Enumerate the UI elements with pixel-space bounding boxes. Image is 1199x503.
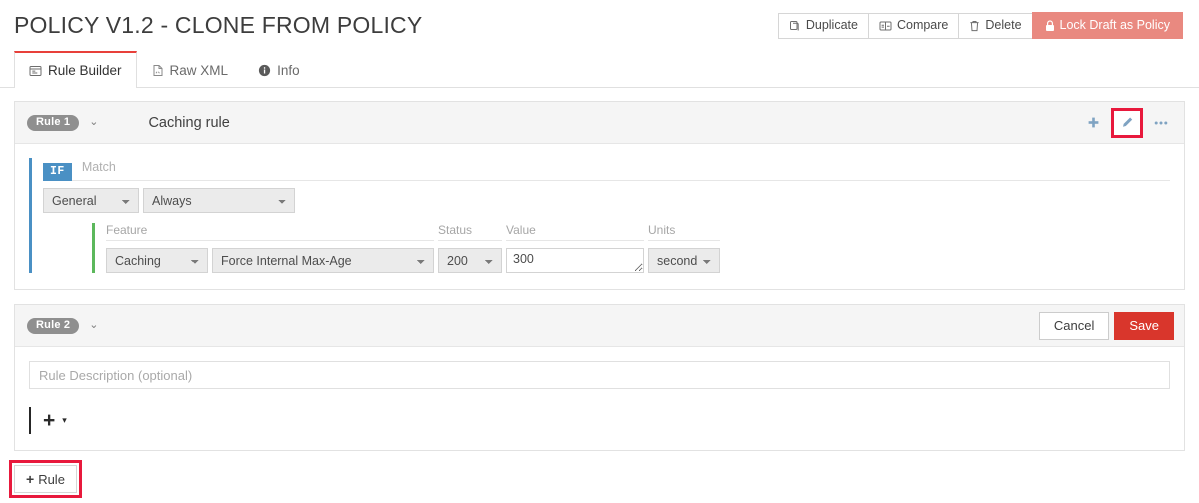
info-icon	[258, 64, 271, 77]
header-actions: Duplicate Compare Delete Lock Draft as P…	[777, 12, 1183, 39]
feature-label: Feature	[106, 223, 434, 241]
units-select[interactable]: seconds	[648, 248, 720, 273]
trash-icon	[969, 20, 980, 32]
add-rule-button[interactable]: + Rule	[9, 460, 82, 498]
cancel-button[interactable]: Cancel	[1038, 311, 1110, 340]
rule-2-header: Rule 2 ⌄ Cancel Save	[15, 305, 1184, 347]
rule-2-badge: Rule 2	[27, 317, 80, 334]
tab-raw-xml-label: Raw XML	[169, 63, 229, 78]
delete-button[interactable]: Delete	[958, 12, 1033, 39]
lock-icon	[1045, 19, 1055, 32]
page-header: POLICY V1.2 - CLONE FROM POLICY Duplicat…	[0, 0, 1199, 51]
rule-builder-icon	[29, 65, 42, 77]
rule-1-body: IF Match General Always Feature Status V…	[15, 144, 1184, 289]
action-labels-row: Feature Status Value Units	[106, 223, 1170, 241]
tab-rule-builder-label: Rule Builder	[48, 63, 122, 78]
action-block: Feature Status Value Units Caching Force…	[92, 223, 1170, 273]
value-label: Value	[506, 223, 644, 241]
plus-icon: +	[26, 471, 35, 487]
rule-card-1: Rule 1 ⌄ Caching rule IF Match General A…	[14, 101, 1185, 290]
page-title: POLICY V1.2 - CLONE FROM POLICY	[14, 12, 423, 38]
rule-1-collapse-caret[interactable]: ⌄	[89, 117, 98, 128]
add-rule-wrap: + Rule	[0, 460, 1199, 498]
edit-pencil-icon[interactable]	[1111, 107, 1143, 138]
tab-bar: Rule Builder Raw XML Info	[0, 51, 1199, 88]
match-scope-select[interactable]: General	[43, 188, 139, 213]
compare-icon	[879, 20, 892, 32]
delete-button-label: Delete	[985, 18, 1022, 33]
add-icon[interactable]	[1080, 111, 1106, 135]
compare-button-label: Compare	[896, 18, 949, 33]
rule-2-collapse-caret[interactable]: ⌄	[89, 320, 98, 331]
feature-select[interactable]: Caching	[106, 248, 208, 273]
lock-draft-as-policy-button[interactable]: Lock Draft as Policy	[1031, 12, 1183, 39]
action-select[interactable]: Force Internal Max-Age	[212, 248, 434, 273]
duplicate-icon	[789, 20, 801, 32]
duplicate-button[interactable]: Duplicate	[777, 12, 869, 39]
rule-2-actions: Cancel Save	[1038, 311, 1174, 340]
rule-1-name: Caching rule	[148, 114, 230, 131]
save-button[interactable]: Save	[1114, 311, 1174, 340]
match-condition-select[interactable]: Always	[143, 188, 295, 213]
match-block: IF Match General Always Feature Status V…	[29, 158, 1170, 273]
rule-2-body: + ▾	[15, 347, 1184, 450]
if-row: IF Match	[43, 158, 1170, 181]
rule-1-header: Rule 1 ⌄ Caching rule	[15, 102, 1184, 144]
more-options-icon[interactable]	[1148, 111, 1174, 135]
match-controls: General Always	[43, 188, 1170, 213]
value-input[interactable]	[506, 248, 644, 273]
rules-content: Rule 1 ⌄ Caching rule IF Match General A…	[0, 88, 1199, 451]
add-dropdown-caret-icon[interactable]: ▾	[62, 416, 67, 425]
action-controls: Caching Force Internal Max-Age 200 secon…	[106, 248, 1170, 273]
match-label: Match	[81, 160, 116, 174]
units-label: Units	[648, 223, 720, 241]
add-condition-block: + ▾	[29, 407, 1170, 434]
add-plus-icon[interactable]: +	[43, 410, 55, 431]
tab-info-label: Info	[277, 63, 300, 78]
rule-card-2: Rule 2 ⌄ Cancel Save + ▾	[14, 304, 1185, 451]
if-badge: IF	[43, 162, 72, 181]
add-rule-button-label: Rule	[38, 471, 65, 487]
xml-file-icon	[152, 64, 164, 77]
compare-button[interactable]: Compare	[867, 12, 960, 39]
match-label-wrap: Match	[71, 158, 1170, 181]
rule-1-actions	[1080, 107, 1174, 138]
tab-info[interactable]: Info	[243, 52, 315, 88]
lock-draft-as-policy-label: Lock Draft as Policy	[1059, 18, 1170, 33]
status-label: Status	[438, 223, 502, 241]
duplicate-button-label: Duplicate	[805, 18, 858, 33]
tab-raw-xml[interactable]: Raw XML	[137, 52, 244, 88]
rule-1-badge: Rule 1	[27, 114, 80, 131]
tab-rule-builder[interactable]: Rule Builder	[14, 51, 137, 88]
status-select[interactable]: 200	[438, 248, 502, 273]
rule-description-input[interactable]	[29, 361, 1170, 389]
